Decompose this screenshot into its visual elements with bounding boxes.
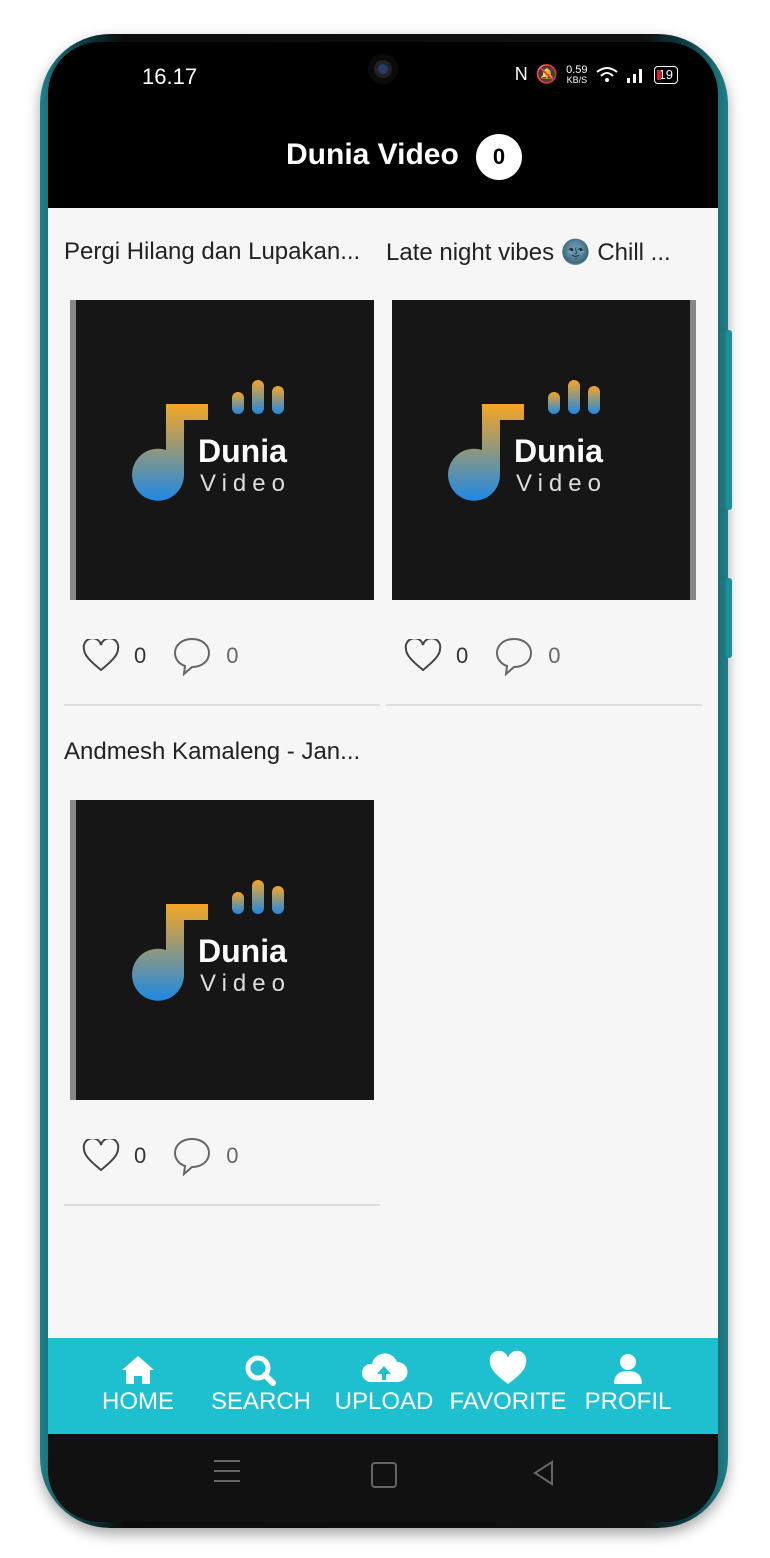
dunia-video-logo: Dunia Video: [446, 378, 626, 508]
dunia-video-logo: Dunia Video: [130, 878, 310, 1008]
status-icons: Ν 🔕 0.59 KB/S 19: [515, 64, 678, 85]
net-speed: 0.59 KB/S: [566, 64, 588, 85]
heart-outline-icon[interactable]: [82, 1139, 120, 1173]
card-divider: [64, 704, 380, 706]
logo-text-video: Video: [200, 970, 291, 997]
video-thumbnail[interactable]: Dunia Video: [70, 300, 374, 600]
search-icon: [245, 1355, 276, 1386]
wifi-icon: [595, 66, 618, 82]
comment-count: 0: [548, 643, 561, 668]
front-camera: [368, 54, 398, 84]
video-thumbnail[interactable]: Dunia Video: [392, 300, 696, 600]
bottom-nav: HOME SEARCH UPLOAD FAVORITE PROFIL: [48, 1338, 718, 1434]
nav-favorite[interactable]: FAVORITE: [448, 1348, 568, 1416]
like-count: 0: [134, 643, 147, 668]
back-icon[interactable]: [532, 1460, 556, 1486]
nav-profil[interactable]: PROFIL: [568, 1348, 688, 1416]
dunia-video-logo: Dunia Video: [130, 378, 310, 508]
nav-search-label: SEARCH: [210, 1388, 312, 1415]
app-header: Dunia Video 0: [48, 112, 718, 208]
video-feed[interactable]: Pergi Hilang dan Lupakan... Dunia Video: [48, 208, 718, 1338]
logo-text-dunia: Dunia: [198, 933, 287, 969]
logo-text-dunia: Dunia: [514, 433, 603, 469]
user-icon: [614, 1354, 642, 1384]
recent-apps-icon[interactable]: [214, 1460, 240, 1490]
video-title[interactable]: Andmesh Kamaleng - Jan...: [64, 738, 380, 766]
nav-upload-label: UPLOAD: [334, 1388, 434, 1415]
heart-outline-icon[interactable]: [404, 639, 442, 673]
status-time: 16.17: [142, 64, 198, 89]
volume-button: [726, 330, 732, 510]
card-divider: [386, 704, 702, 706]
logo-text-video: Video: [200, 470, 291, 497]
video-actions: 0 0: [404, 636, 561, 676]
heart-outline-icon[interactable]: [82, 639, 120, 673]
status-bar: 16.17 Ν 🔕 0.59 KB/S 19: [48, 42, 718, 112]
nfc-icon: Ν: [514, 64, 528, 84]
nav-home-label: HOME: [102, 1388, 174, 1415]
video-card[interactable]: Andmesh Kamaleng - Jan... Dunia Video 0 …: [64, 708, 380, 1208]
video-card[interactable]: Pergi Hilang dan Lupakan... Dunia Video: [64, 208, 380, 708]
logo-text-dunia: Dunia: [198, 433, 287, 469]
video-card[interactable]: Late night vibes 🌚 Chill ... Dunia Video: [386, 208, 702, 708]
signal-icon: [626, 68, 642, 83]
video-title[interactable]: Late night vibes 🌚 Chill ...: [386, 238, 702, 267]
video-actions: 0 0: [82, 1136, 239, 1176]
video-actions: 0 0: [82, 636, 239, 676]
logo-text-video: Video: [516, 470, 607, 497]
comment-icon[interactable]: [172, 1136, 212, 1176]
comment-count: 0: [226, 1143, 239, 1168]
nav-favorite-label: FAVORITE: [449, 1388, 567, 1415]
nav-upload[interactable]: UPLOAD: [324, 1348, 444, 1416]
nav-profil-label: PROFIL: [584, 1388, 672, 1415]
card-divider: [64, 1204, 380, 1206]
like-count: 0: [134, 1143, 147, 1168]
nav-search[interactable]: SEARCH: [201, 1348, 321, 1416]
comment-count: 0: [226, 643, 239, 668]
count-badge[interactable]: 0: [476, 134, 522, 180]
video-title[interactable]: Pergi Hilang dan Lupakan...: [64, 238, 380, 266]
mute-icon: 🔕: [535, 64, 559, 84]
battery-icon: 19: [653, 65, 678, 84]
system-nav-bar: [48, 1434, 718, 1522]
net-speed-unit: KB/S: [566, 74, 588, 85]
comment-icon[interactable]: [172, 636, 212, 676]
comment-icon[interactable]: [494, 636, 534, 676]
cloud-upload-icon: [361, 1353, 408, 1382]
video-thumbnail[interactable]: Dunia Video: [70, 800, 374, 1100]
home-button-icon[interactable]: [371, 1462, 397, 1488]
like-count: 0: [456, 643, 469, 668]
page-title: Dunia Video: [286, 138, 459, 171]
screen: 16.17 Ν 🔕 0.59 KB/S 19 Dunia Video 0 Per…: [48, 42, 718, 1522]
home-icon: [122, 1356, 154, 1384]
power-button: [726, 578, 732, 658]
nav-home[interactable]: HOME: [78, 1348, 198, 1416]
heart-icon: [489, 1350, 527, 1384]
